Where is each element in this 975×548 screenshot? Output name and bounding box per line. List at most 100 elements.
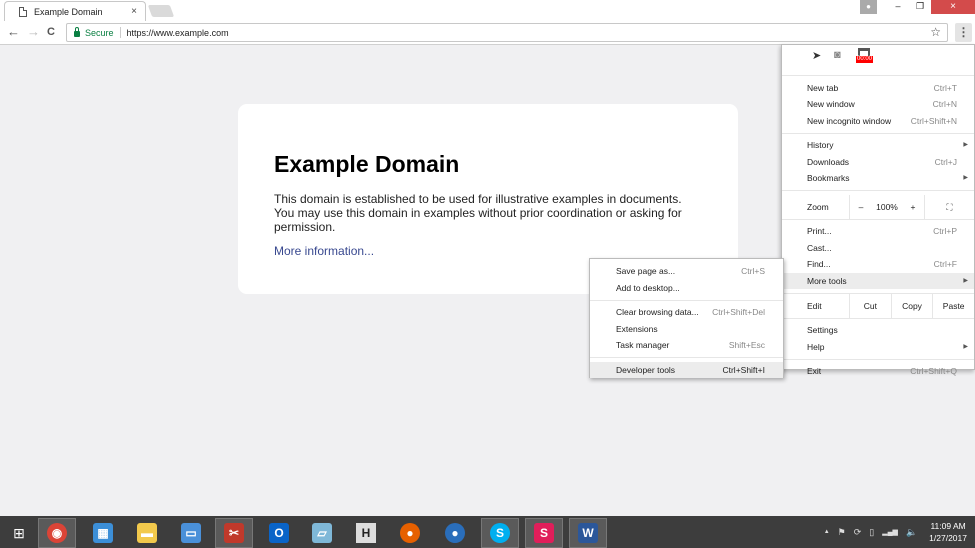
menu-item-new-window[interactable]: New window Ctrl+N [782,96,974,113]
address-bar[interactable]: Secure https://www.example.com ☆ [66,23,948,42]
chrome-menu-button[interactable]: ⋮ [955,23,972,42]
forward-icon[interactable]: → [27,24,40,40]
new-tab-button[interactable] [147,5,175,17]
firefox-dev-icon: ● [445,523,465,543]
control-panel-icon: ▦ [93,523,113,543]
taskbar-app-remote-desktop[interactable]: ▭ [172,518,210,548]
network-signal-icon[interactable]: ▂▄▆ [882,528,898,536]
tab-example-domain[interactable]: Example Domain × [4,1,146,21]
zoom-label: Zoom [807,201,829,212]
taskbar-app-firefox[interactable]: ● [391,518,429,548]
zoom-value: 100% [876,201,898,212]
taskbar-app-file-explorer[interactable]: ▬ [128,518,166,548]
start-button[interactable]: ⊞ [0,518,38,548]
submenu-arrow-icon: ▶ [963,142,968,148]
system-tray: ▲ ⚑ ⟳ ▯ ▂▄▆ 🔈 11:09 AM 1/27/2017 [820,516,975,548]
remote-desktop-icon: ▭ [181,523,201,543]
taskbar: ⊞ ◉ ▦ ▬ ▭ ✂ O ▱ H ● ● S S W ▲ ⚑ ⟳ ▯ ▂▄▆ 🔈 11:09 AM 1… [0,516,975,548]
zoom-out-button[interactable]: – [850,195,872,219]
submenu-arrow-icon: ▶ [963,175,968,181]
menu-item-history[interactable]: History ▶ [782,137,974,154]
submenu-arrow-icon: ▶ [963,277,968,284]
clock[interactable]: 11:09 AM 1/27/2017 [929,520,967,544]
bookmark-star-icon[interactable]: ☆ [930,25,941,39]
taskbar-app-control-panel[interactable]: ▦ [84,518,122,548]
tab-close-icon[interactable]: × [131,6,137,17]
zoom-row: Zoom – 100% + ⛶ [782,194,974,219]
menu-item-extensions[interactable]: Extensions [590,321,783,338]
window-controls: ● – ❐ × [860,0,975,14]
notepad-icon: ▱ [312,523,332,543]
copy-button[interactable]: Copy [890,293,933,318]
menu-item-more-tools[interactable]: More tools ▶ [782,272,974,289]
taskbar-app-skype[interactable]: S [481,518,519,548]
cut-button[interactable]: Cut [849,293,891,318]
menu-item-new-incognito-window[interactable]: New incognito window Ctrl+Shift+N [782,113,974,130]
back-icon[interactable]: ← [7,24,20,40]
chrome-menu: ➤ ◙ 00:00 New tab Ctrl+T New window Ctrl+N… [781,44,975,376]
menu-item-new-tab[interactable]: New tab Ctrl+T [782,80,974,97]
menu-item-task-manager[interactable]: Task manager Shift+Esc [590,337,783,354]
profile-icon[interactable]: ● [860,0,877,14]
more-information-link[interactable]: More information... [274,244,374,258]
outlook-icon: O [269,523,289,543]
page-heading: Example Domain [274,151,460,177]
action-center-flag-icon[interactable]: ⚑ [838,527,846,538]
tab-title: Example Domain [34,6,103,17]
volume-icon[interactable]: 🔈 [906,527,917,538]
menu-item-settings[interactable]: Settings [782,322,974,339]
restore-button[interactable]: ❐ [909,0,931,14]
taskbar-app-chrome[interactable]: ◉ [38,518,76,548]
clock-time: 11:09 AM [930,521,966,531]
minimize-button[interactable]: – [887,0,909,14]
pin-extension-icon[interactable]: ➤ [812,49,821,62]
edit-label: Edit [807,300,822,311]
edit-row: Edit Cut Copy Paste [782,293,974,318]
submenu-arrow-icon: ▶ [963,343,968,350]
taskbar-app-outlook[interactable]: O [260,518,298,548]
taskbar-app-firefox-dev[interactable]: ● [436,518,474,548]
menu-item-exit[interactable]: Exit Ctrl+Shift+Q [782,363,974,380]
word-icon: W [578,523,598,543]
extensions-row: ➤ ◙ 00:00 [782,45,974,71]
tray-chevron-icon[interactable]: ▲ [824,529,830,535]
firefox-icon: ● [400,523,420,543]
zoom-in-button[interactable]: + [902,195,924,219]
menu-item-bookmarks[interactable]: Bookmarks ▶ [782,170,974,187]
taskbar-app-slack[interactable]: S [525,518,563,548]
timer-badge: 00:00 [856,56,873,63]
clock-date: 1/27/2017 [929,533,967,543]
browser-toolbar: ← → C Secure https://www.example.com ☆ ⋮ [0,21,975,45]
secure-label: Secure [85,27,114,38]
windows-start-icon: ⊞ [13,524,25,541]
menu-item-print[interactable]: Print... Ctrl+P [782,223,974,240]
menu-item-developer-tools[interactable]: Developer tools Ctrl+Shift+I [590,361,783,378]
h-app-icon: H [356,523,376,543]
menu-item-add-to-desktop[interactable]: Add to desktop... [590,280,783,297]
slack-icon: S [534,523,554,543]
close-window-button[interactable]: × [931,0,975,14]
chrome-icon: ◉ [47,523,67,543]
menu-item-help[interactable]: Help ▶ [782,339,974,356]
menu-item-find[interactable]: Find... Ctrl+F [782,256,974,273]
menu-item-clear-browsing-data[interactable]: Clear browsing data... Ctrl+Shift+Del [590,304,783,321]
fullscreen-icon[interactable]: ⛶ [924,194,974,219]
taskbar-app-notepad[interactable]: ▱ [303,518,341,548]
taskbar-app-word[interactable]: W [569,518,607,548]
sync-icon[interactable]: ⟳ [854,527,862,538]
file-explorer-icon: ▬ [137,523,157,543]
title-bar: Example Domain × ● – ❐ × [0,0,975,21]
battery-icon[interactable]: ▯ [869,527,874,538]
url-text[interactable]: https://www.example.com [127,28,229,38]
paste-button[interactable]: Paste [932,293,974,318]
menu-item-downloads[interactable]: Downloads Ctrl+J [782,154,974,171]
separator [119,27,121,38]
menu-item-save-page-as[interactable]: Save page as... Ctrl+S [590,263,783,280]
taskbar-app-h-app[interactable]: H [347,518,385,548]
menu-item-cast[interactable]: Cast... [782,240,974,257]
taskbar-app-snipping-tool[interactable]: ✂ [215,518,253,548]
skype-icon: S [490,523,510,543]
reload-icon[interactable]: C [47,24,55,40]
camera-extension-icon[interactable]: ◙ [834,49,841,61]
timer-extension-icon[interactable]: 00:00 [856,48,873,66]
